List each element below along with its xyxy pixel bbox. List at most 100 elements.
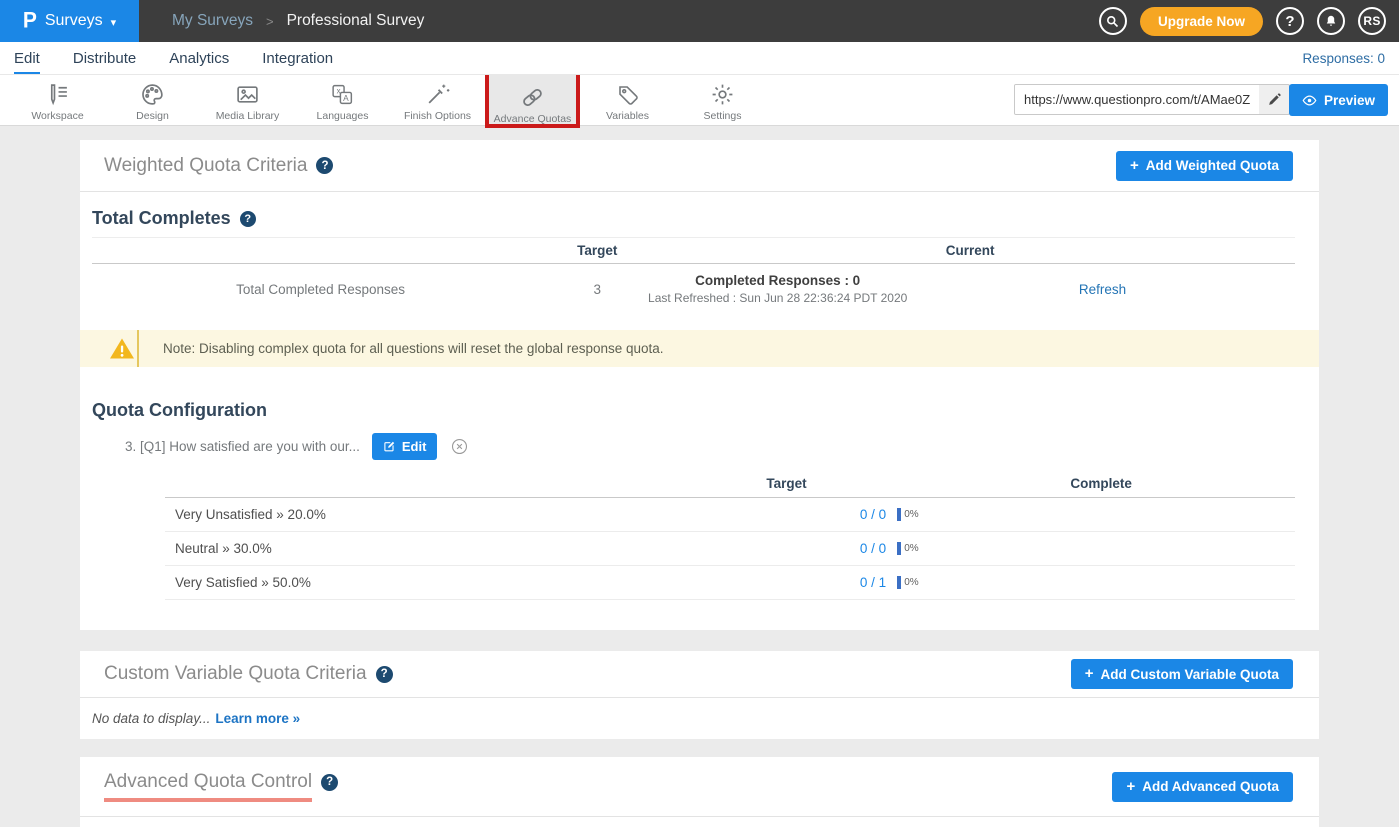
plus-icon: + (1130, 157, 1139, 174)
survey-nav: Edit Distribute Analytics Integration Re… (0, 42, 1399, 75)
table-header-row: Target Current (92, 237, 1295, 264)
toolbar-item-label: Advance Quotas (494, 113, 572, 125)
toolbar-item-design[interactable]: Design (105, 75, 200, 125)
last-refreshed: Last Refreshed : Sun Jun 28 22:36:24 PDT… (645, 291, 910, 305)
weighted-quota-title: Weighted Quota Criteria (104, 155, 307, 177)
note-divider (137, 330, 139, 367)
add-weighted-quota-button[interactable]: + Add Weighted Quota (1116, 151, 1293, 181)
toolbar-item-workspace[interactable]: Workspace (10, 75, 105, 125)
notifications-button[interactable] (1317, 7, 1345, 35)
questionpro-logo: P (23, 8, 37, 33)
remove-question-button[interactable] (451, 438, 468, 455)
settings-icon (710, 82, 735, 107)
variables-icon (616, 82, 640, 107)
media-library-icon (235, 82, 260, 107)
total-completes-heading: Total Completes ? (92, 208, 256, 229)
toolbar-item-finish-options[interactable]: Finish Options (390, 75, 485, 125)
refresh-link[interactable]: Refresh (1079, 282, 1126, 297)
help-button[interactable]: ? (1276, 7, 1304, 35)
top-bar: P Surveys ▾ My Surveys > Professional Su… (0, 0, 1399, 42)
percent-bar (897, 542, 901, 555)
top-actions: Upgrade Now ? RS (1099, 7, 1399, 36)
app-menu-label: Surveys (45, 12, 103, 30)
nav-tabs: Edit Distribute Analytics Integration (14, 42, 333, 74)
percent-value: 0% (904, 543, 918, 554)
toolbar-item-label: Languages (317, 110, 369, 122)
column-current: Current (645, 243, 1295, 258)
tab-analytics[interactable]: Analytics (169, 42, 229, 74)
toolbar-item-label: Variables (606, 110, 649, 122)
section-title: Advanced Quota Control ? (104, 771, 338, 802)
survey-url-input[interactable] (1015, 85, 1259, 114)
help-icon[interactable]: ? (376, 666, 393, 683)
quota-table: Target Complete Very Unsatisfied » 20.0%… (165, 470, 1295, 600)
total-completes-title: Total Completes (92, 208, 231, 229)
total-completes-table: Target Current Total Completed Responses… (92, 237, 1295, 317)
toolbar-item-label: Finish Options (404, 110, 471, 122)
column-target: Target (549, 243, 645, 258)
quota-configuration-heading: Quota Configuration (92, 400, 267, 421)
design-icon (140, 82, 165, 107)
quota-target-value: 0 / 1 (685, 575, 888, 590)
breadcrumb-separator: > (266, 14, 274, 29)
edit-question-button[interactable]: Edit (372, 433, 438, 460)
preview-label: Preview (1324, 93, 1375, 108)
page: P Surveys ▾ My Surveys > Professional Su… (0, 0, 1399, 827)
add-custom-variable-quota-button[interactable]: + Add Custom Variable Quota (1071, 659, 1293, 689)
toolbar-item-label: Design (136, 110, 169, 122)
bell-icon (1324, 14, 1338, 28)
breadcrumb-current-survey: Professional Survey (287, 12, 425, 30)
toolbar-item-languages[interactable]: xA Languages (295, 75, 390, 125)
percent-bar (897, 576, 901, 589)
learn-more-link[interactable]: Learn more » (215, 711, 300, 726)
help-icon[interactable]: ? (316, 157, 333, 174)
chevron-down-icon: ▾ (111, 16, 117, 29)
breadcrumb: My Surveys > Professional Survey (172, 12, 424, 30)
breadcrumb-my-surveys[interactable]: My Surveys (172, 12, 253, 30)
circle-x-icon (451, 438, 468, 455)
question-label: 3. [Q1] How satisfied are you with our..… (125, 439, 360, 454)
toolbar-item-settings[interactable]: Settings (675, 75, 770, 125)
empty-state: No data to display... Learn more » (92, 711, 300, 726)
quota-table-header: Target Complete (165, 470, 1295, 498)
search-icon (1105, 14, 1120, 29)
responses-count[interactable]: Responses: 0 (1302, 51, 1385, 66)
finish-options-icon (425, 82, 450, 107)
quota-configuration-title: Quota Configuration (92, 400, 267, 421)
toolbar-item-advance-quotas[interactable]: Advance Quotas (485, 70, 580, 128)
quota-question-row: 3. [Q1] How satisfied are you with our..… (125, 432, 468, 460)
advanced-quota-card: Advanced Quota Control ? + Add Advanced … (80, 757, 1319, 827)
search-button[interactable] (1099, 7, 1127, 35)
section-title: Weighted Quota Criteria ? (104, 155, 333, 177)
advanced-quota-title: Advanced Quota Control (104, 771, 312, 802)
note-banner: Note: Disabling complex quota for all qu… (80, 330, 1319, 367)
edit-url-button[interactable] (1259, 92, 1289, 107)
percent-value: 0% (904, 509, 918, 520)
edit-toolbar: Workspace Design Media Library xA Langua… (0, 75, 1399, 126)
no-data-text: No data to display... (92, 711, 210, 726)
section-title: Custom Variable Quota Criteria ? (104, 663, 393, 685)
workspace-icon (45, 82, 70, 107)
preview-button[interactable]: Preview (1289, 84, 1388, 116)
avatar[interactable]: RS (1358, 7, 1386, 35)
svg-text:x: x (337, 87, 341, 96)
percent-bar (897, 508, 901, 521)
tab-distribute[interactable]: Distribute (73, 42, 136, 74)
help-icon[interactable]: ? (321, 774, 338, 791)
table-row: Total Completed Responses 3 Completed Re… (92, 264, 1295, 317)
plus-icon: + (1126, 778, 1135, 795)
surveys-app-menu[interactable]: P Surveys ▾ (0, 0, 139, 42)
custom-variable-header: Custom Variable Quota Criteria ? + Add C… (80, 651, 1319, 698)
button-label: Add Advanced Quota (1142, 779, 1279, 794)
upgrade-now-button[interactable]: Upgrade Now (1140, 7, 1263, 36)
tab-integration[interactable]: Integration (262, 42, 333, 74)
advanced-quota-header: Advanced Quota Control ? + Add Advanced … (80, 757, 1319, 817)
quota-row-very-satisfied: Very Satisfied » 50.0% 0 / 1 0% (165, 566, 1295, 600)
toolbar-item-media-library[interactable]: Media Library (200, 75, 295, 125)
eye-icon (1302, 93, 1317, 108)
quota-target-value: 0 / 0 (685, 507, 888, 522)
help-icon[interactable]: ? (240, 211, 256, 227)
add-advanced-quota-button[interactable]: + Add Advanced Quota (1112, 772, 1293, 802)
tab-edit[interactable]: Edit (14, 42, 40, 74)
toolbar-item-variables[interactable]: Variables (580, 75, 675, 125)
